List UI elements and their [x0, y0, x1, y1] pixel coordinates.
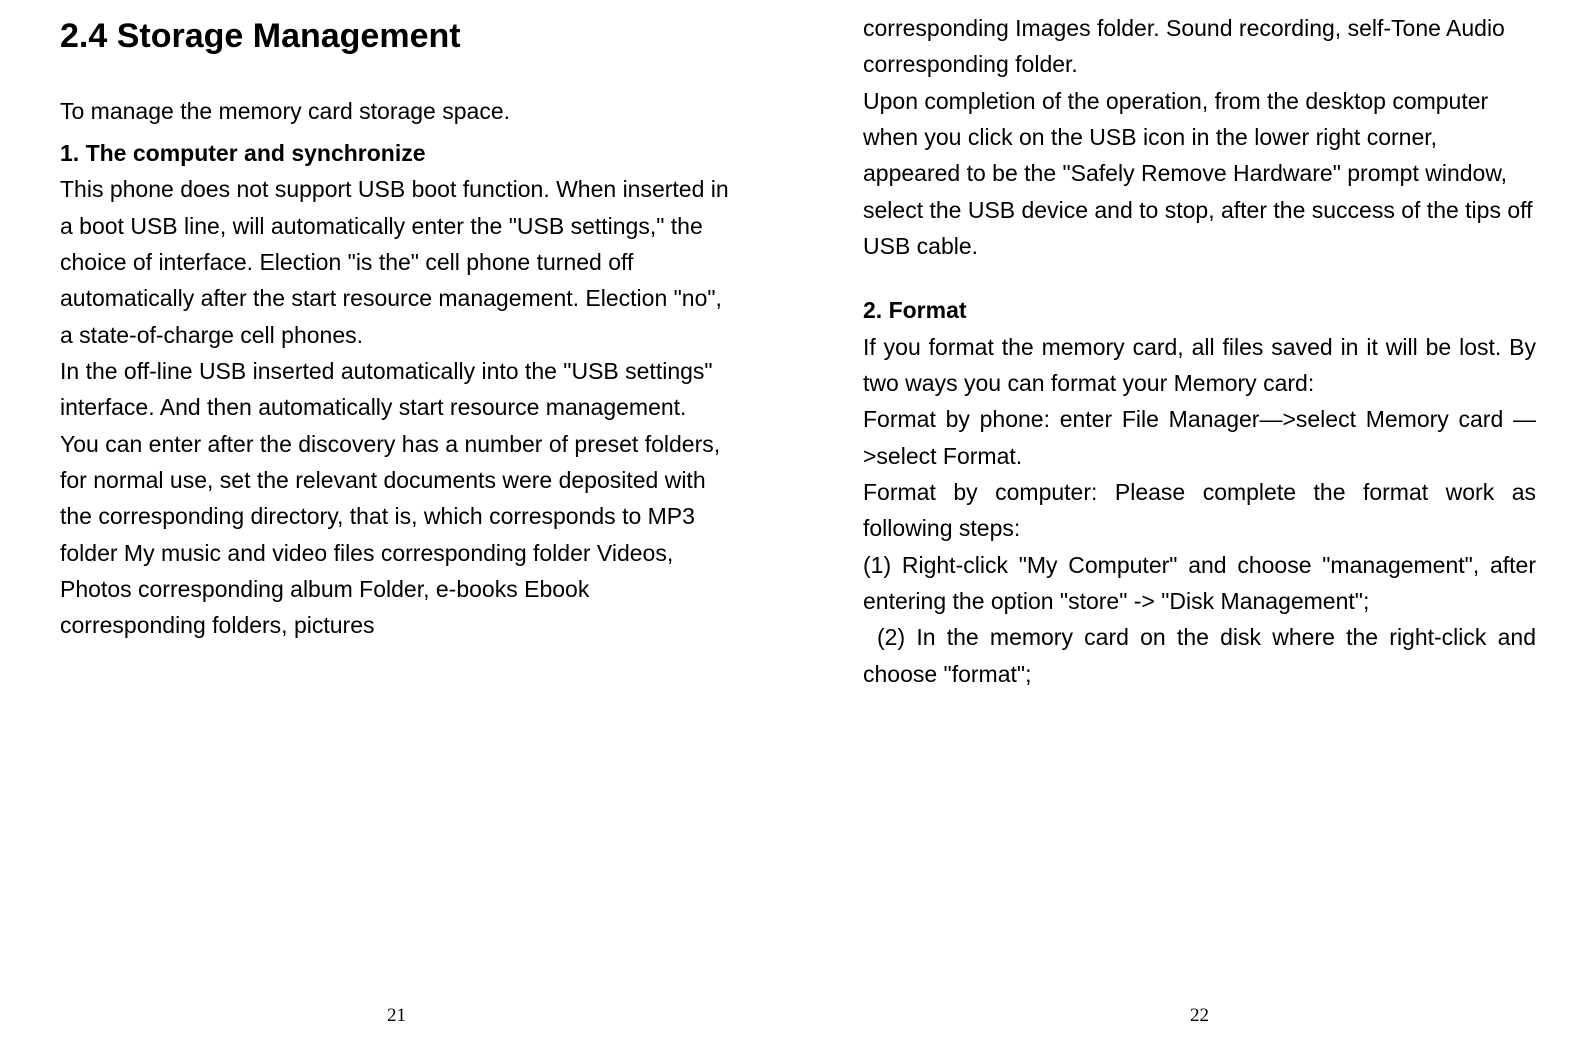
page-left: 2.4 Storage Management To manage the mem… — [0, 0, 793, 1043]
subheading-sync: 1. The computer and synchronize — [60, 135, 733, 171]
intro-line: To manage the memory card storage space. — [60, 93, 733, 129]
page-right-content: corresponding Images folder. Sound recor… — [863, 10, 1536, 1005]
body-paragraph: If you format the memory card, all files… — [863, 329, 1536, 402]
body-paragraph: Format by computer: Please complete the … — [863, 474, 1536, 547]
section-heading: 2.4 Storage Management — [60, 16, 733, 57]
body-paragraph-continued: corresponding Images folder. Sound recor… — [863, 10, 1536, 83]
page-number-right: 22 — [863, 1005, 1536, 1033]
page-right: corresponding Images folder. Sound recor… — [793, 0, 1586, 1043]
body-paragraph: Format by phone: enter File Manager—>sel… — [863, 401, 1536, 474]
subheading-format: 2. Format — [863, 292, 1536, 328]
body-paragraph: Upon completion of the operation, from t… — [863, 83, 1536, 265]
blank-line — [863, 264, 1536, 292]
format-step-1: (1) Right-click "My Computer" and choose… — [863, 547, 1536, 620]
body-paragraph: In the off-line USB inserted automatical… — [60, 353, 733, 426]
page-spread: 2.4 Storage Management To manage the mem… — [0, 0, 1586, 1043]
format-step-2: (2) In the memory card on the disk where… — [863, 619, 1536, 692]
body-paragraph: You can enter after the discovery has a … — [60, 426, 733, 644]
body-paragraph: This phone does not support USB boot fun… — [60, 171, 733, 353]
page-left-content: 2.4 Storage Management To manage the mem… — [60, 10, 733, 1005]
page-number-left: 21 — [60, 1005, 733, 1033]
